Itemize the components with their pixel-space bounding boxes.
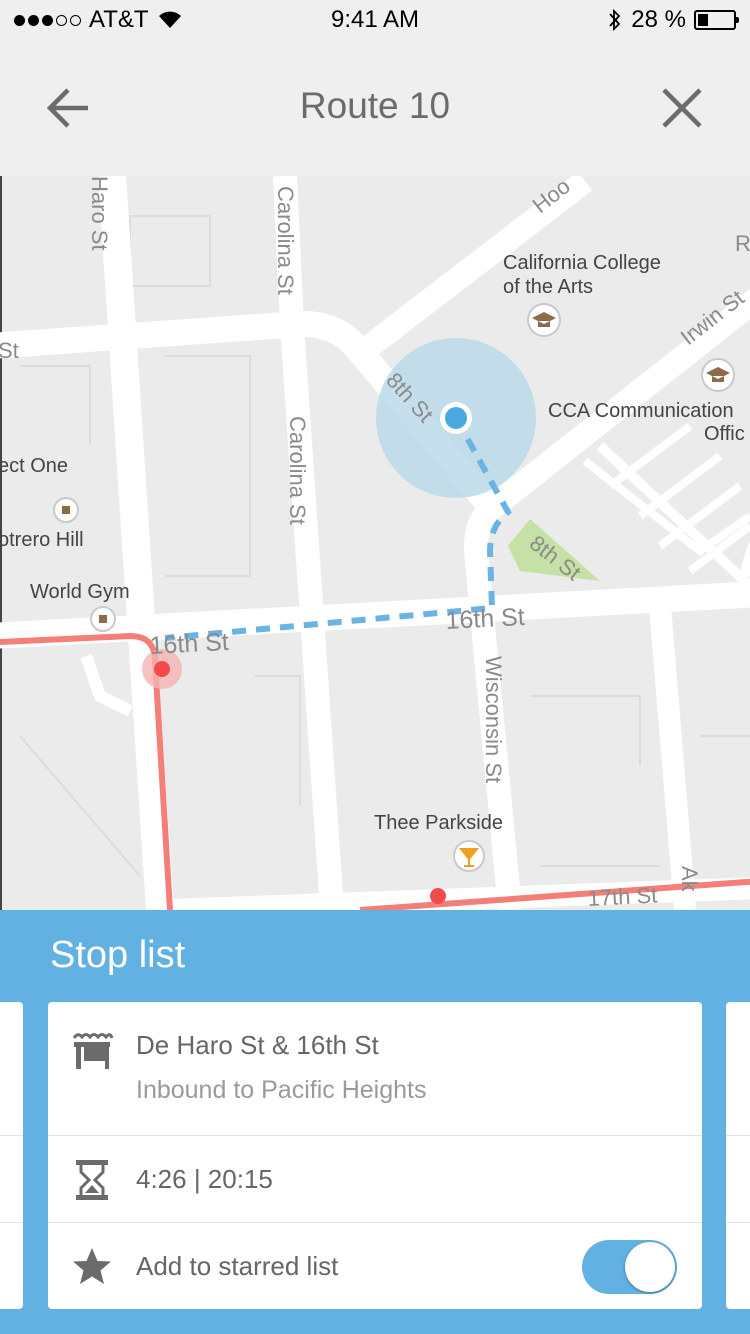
star-icon [73, 1248, 111, 1284]
place-label-cca-comm-1: CCA Communication [548, 400, 734, 422]
stop-card[interactable]: De Haro St & 16th St Inbound to Pacific … [48, 1002, 702, 1309]
street-label-wisconsin: Wisconsin St [481, 656, 506, 783]
street-label-17th: 17th St [587, 882, 658, 910]
street-label-r: R [735, 231, 750, 256]
stop-name: De Haro St & 16th St [136, 1030, 379, 1060]
map-canvas: Haro St Carolina St Carolina St 8th St 8… [0, 176, 750, 910]
signal-strength-icon [14, 14, 81, 26]
bus-stop-icon [72, 1033, 114, 1069]
street-label-carolina-top: Carolina St [273, 186, 298, 295]
place-label-cca-comm-2: Offic [704, 423, 745, 445]
selected-stop-marker[interactable] [154, 661, 170, 677]
arrival-times: 4:26 | 20:15 [136, 1164, 273, 1194]
stop-info-row[interactable]: De Haro St & 16th St Inbound to Pacific … [48, 1002, 702, 1136]
carrier-label: AT&T [89, 6, 149, 33]
school-icon[interactable] [527, 303, 561, 337]
status-bar: AT&T 9:41 AM 28 % [0, 0, 750, 40]
previous-stop-card[interactable] [0, 1002, 23, 1309]
add-to-starred-label: Add to starred list [136, 1251, 339, 1281]
stop-list-panel: Stop list De Haro St & 16th St Inbound t… [0, 910, 750, 1334]
next-stop-card[interactable] [726, 1002, 750, 1309]
bar-icon[interactable] [453, 840, 485, 872]
status-left: AT&T [14, 6, 183, 34]
street-label-left-st: St [0, 338, 19, 363]
close-icon [662, 88, 702, 128]
current-location-dot [445, 407, 467, 429]
place-label-cca-2: of the Arts [503, 276, 593, 298]
street-label-carolina-mid: Carolina St [285, 416, 310, 525]
potrero-poi-icon[interactable] [53, 497, 79, 523]
place-label-world-gym: World Gym [30, 581, 130, 603]
starred-toggle[interactable] [582, 1240, 677, 1294]
place-label-project-one: ect One [0, 455, 68, 477]
place-label-cca-1: California College [503, 252, 661, 274]
stop-marker[interactable] [430, 888, 446, 904]
panel-title: Stop list [50, 934, 186, 976]
place-label-thee-parkside: Thee Parkside [374, 812, 503, 834]
starred-row[interactable]: Add to starred list [48, 1223, 702, 1309]
toggle-knob [625, 1242, 675, 1292]
arrival-times-row: 4:26 | 20:15 [48, 1136, 702, 1223]
street-label-ak: Ak [677, 866, 702, 893]
status-right: 28 % [607, 6, 739, 34]
street-label-16th-right: 16th St [445, 603, 526, 635]
route-map[interactable]: Haro St Carolina St Carolina St 8th St 8… [0, 176, 750, 910]
navigation-bar: Route 10 [0, 40, 750, 176]
bluetooth-icon [609, 8, 621, 32]
stop-direction: Inbound to Pacific Heights [136, 1076, 427, 1104]
gym-poi-icon[interactable] [90, 606, 116, 632]
close-button[interactable] [652, 78, 712, 138]
clock: 9:41 AM [330, 6, 420, 33]
battery-percent: 28 % [631, 6, 686, 33]
school-icon-cca-comm[interactable] [701, 358, 735, 392]
place-label-potrero-hill: otrero Hill [0, 529, 84, 551]
street-label-16th-left: 16th St [149, 628, 230, 660]
hourglass-icon [76, 1160, 108, 1200]
page-title: Route 10 [299, 85, 451, 126]
wifi-icon [158, 11, 181, 28]
street-label-de-haro: Haro St [87, 176, 112, 251]
battery-icon [694, 10, 739, 30]
